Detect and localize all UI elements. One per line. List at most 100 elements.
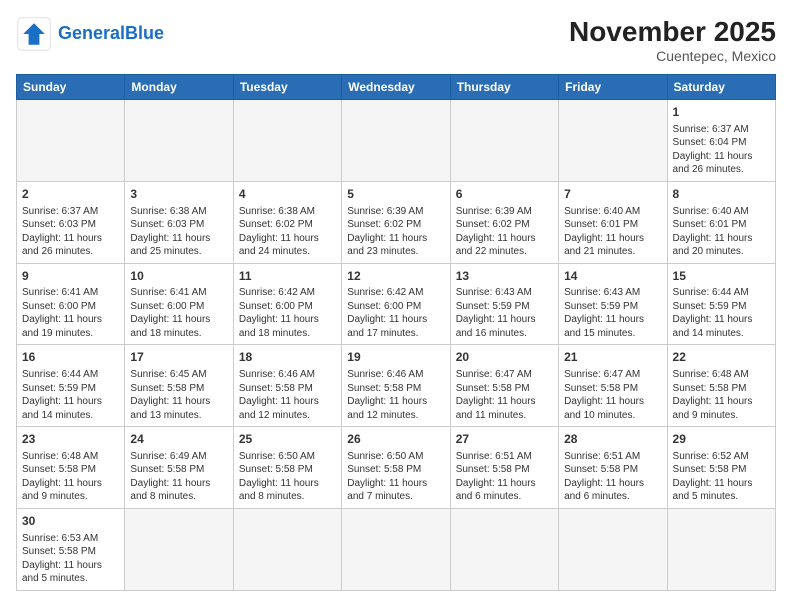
calendar-cell	[450, 508, 558, 590]
logo-icon	[16, 16, 52, 52]
day-info: Sunrise: 6:51 AM Sunset: 5:58 PM Dayligh…	[456, 450, 553, 504]
day-info: Sunrise: 6:43 AM Sunset: 5:59 PM Dayligh…	[564, 286, 661, 340]
day-info: Sunrise: 6:49 AM Sunset: 5:58 PM Dayligh…	[130, 450, 227, 504]
day-info: Sunrise: 6:47 AM Sunset: 5:58 PM Dayligh…	[564, 368, 661, 422]
calendar-cell: 18 Sunrise: 6:46 AM Sunset: 5:58 PM Dayli…	[233, 345, 341, 427]
day-info: Sunrise: 6:39 AM Sunset: 6:02 PM Dayligh…	[347, 205, 444, 259]
day-number: 21	[564, 349, 661, 366]
day-number: 28	[564, 431, 661, 448]
calendar-cell: 3 Sunrise: 6:38 AM Sunset: 6:03 PM Daylig…	[125, 181, 233, 263]
calendar-cell: 15Sunrise: 6:44 AM Sunset: 5:59 PM Dayli…	[667, 263, 775, 345]
day-info: Sunrise: 6:37 AM Sunset: 6:03 PM Dayligh…	[22, 205, 119, 259]
day-number: 1	[673, 104, 770, 121]
day-number: 15	[673, 268, 770, 285]
day-number: 23	[22, 431, 119, 448]
weekday-header-tuesday: Tuesday	[233, 75, 341, 100]
day-info: Sunrise: 6:46 AM Sunset: 5:58 PM Dayligh…	[347, 368, 444, 422]
weekday-header-sunday: Sunday	[17, 75, 125, 100]
logo: GeneralBlue	[16, 16, 164, 52]
day-number: 30	[22, 513, 119, 530]
day-info: Sunrise: 6:53 AM Sunset: 5:58 PM Dayligh…	[22, 532, 119, 586]
calendar-cell: 1 Sunrise: 6:37 AM Sunset: 6:04 PM Daylig…	[667, 100, 775, 182]
calendar-cell: 11Sunrise: 6:42 AM Sunset: 6:00 PM Dayli…	[233, 263, 341, 345]
calendar-cell: 17 Sunrise: 6:45 AM Sunset: 5:58 PM Dayli…	[125, 345, 233, 427]
day-number: 25	[239, 431, 336, 448]
day-info: Sunrise: 6:43 AM Sunset: 5:59 PM Dayligh…	[456, 286, 553, 340]
calendar-cell	[125, 100, 233, 182]
day-number: 9	[22, 268, 119, 285]
day-info: Sunrise: 6:44 AM Sunset: 5:59 PM Dayligh…	[673, 286, 770, 340]
day-number: 2	[22, 186, 119, 203]
calendar-cell: 12Sunrise: 6:42 AM Sunset: 6:00 PM Dayli…	[342, 263, 450, 345]
day-number: 12	[347, 268, 444, 285]
location: Cuentepec, Mexico	[569, 48, 776, 64]
day-number: 22	[673, 349, 770, 366]
calendar-week-row: 30 Sunrise: 6:53 AM Sunset: 5:58 PM Dayli…	[17, 508, 776, 590]
calendar-week-row: 9Sunrise: 6:41 AM Sunset: 6:00 PM Daylig…	[17, 263, 776, 345]
day-number: 18	[239, 349, 336, 366]
calendar-cell: 5Sunrise: 6:39 AM Sunset: 6:02 PM Daylig…	[342, 181, 450, 263]
day-number: 10	[130, 268, 227, 285]
calendar-cell	[233, 100, 341, 182]
day-info: Sunrise: 6:42 AM Sunset: 6:00 PM Dayligh…	[239, 286, 336, 340]
day-info: Sunrise: 6:50 AM Sunset: 5:58 PM Dayligh…	[347, 450, 444, 504]
logo-text: GeneralBlue	[58, 24, 164, 44]
calendar-cell	[342, 100, 450, 182]
calendar-week-row: 1 Sunrise: 6:37 AM Sunset: 6:04 PM Daylig…	[17, 100, 776, 182]
calendar-cell: 10Sunrise: 6:41 AM Sunset: 6:00 PM Dayli…	[125, 263, 233, 345]
day-info: Sunrise: 6:50 AM Sunset: 5:58 PM Dayligh…	[239, 450, 336, 504]
day-info: Sunrise: 6:48 AM Sunset: 5:58 PM Dayligh…	[673, 368, 770, 422]
calendar-cell: 7Sunrise: 6:40 AM Sunset: 6:01 PM Daylig…	[559, 181, 667, 263]
calendar-cell: 27 Sunrise: 6:51 AM Sunset: 5:58 PM Dayli…	[450, 427, 558, 509]
calendar-cell	[233, 508, 341, 590]
day-info: Sunrise: 6:39 AM Sunset: 6:02 PM Dayligh…	[456, 205, 553, 259]
calendar-cell: 9Sunrise: 6:41 AM Sunset: 6:00 PM Daylig…	[17, 263, 125, 345]
day-number: 13	[456, 268, 553, 285]
day-info: Sunrise: 6:41 AM Sunset: 6:00 PM Dayligh…	[22, 286, 119, 340]
day-number: 20	[456, 349, 553, 366]
calendar-cell: 14Sunrise: 6:43 AM Sunset: 5:59 PM Dayli…	[559, 263, 667, 345]
calendar-cell: 16Sunrise: 6:44 AM Sunset: 5:59 PM Dayli…	[17, 345, 125, 427]
day-number: 4	[239, 186, 336, 203]
day-info: Sunrise: 6:46 AM Sunset: 5:58 PM Dayligh…	[239, 368, 336, 422]
day-number: 27	[456, 431, 553, 448]
calendar-cell: 25 Sunrise: 6:50 AM Sunset: 5:58 PM Dayli…	[233, 427, 341, 509]
day-info: Sunrise: 6:45 AM Sunset: 5:58 PM Dayligh…	[130, 368, 227, 422]
day-number: 26	[347, 431, 444, 448]
weekday-header-row: SundayMondayTuesdayWednesdayThursdayFrid…	[17, 75, 776, 100]
calendar-cell: 13Sunrise: 6:43 AM Sunset: 5:59 PM Dayli…	[450, 263, 558, 345]
calendar-cell: 8Sunrise: 6:40 AM Sunset: 6:01 PM Daylig…	[667, 181, 775, 263]
calendar-week-row: 2 Sunrise: 6:37 AM Sunset: 6:03 PM Daylig…	[17, 181, 776, 263]
day-info: Sunrise: 6:51 AM Sunset: 5:58 PM Dayligh…	[564, 450, 661, 504]
calendar-cell	[559, 508, 667, 590]
weekday-header-saturday: Saturday	[667, 75, 775, 100]
calendar-cell: 24 Sunrise: 6:49 AM Sunset: 5:58 PM Dayli…	[125, 427, 233, 509]
day-info: Sunrise: 6:38 AM Sunset: 6:02 PM Dayligh…	[239, 205, 336, 259]
calendar-cell	[667, 508, 775, 590]
calendar-cell	[125, 508, 233, 590]
day-info: Sunrise: 6:37 AM Sunset: 6:04 PM Dayligh…	[673, 123, 770, 177]
calendar-cell: 22 Sunrise: 6:48 AM Sunset: 5:58 PM Dayli…	[667, 345, 775, 427]
day-info: Sunrise: 6:38 AM Sunset: 6:03 PM Dayligh…	[130, 205, 227, 259]
day-number: 16	[22, 349, 119, 366]
day-number: 24	[130, 431, 227, 448]
day-info: Sunrise: 6:40 AM Sunset: 6:01 PM Dayligh…	[673, 205, 770, 259]
day-number: 19	[347, 349, 444, 366]
calendar-cell	[17, 100, 125, 182]
calendar-cell: 2 Sunrise: 6:37 AM Sunset: 6:03 PM Daylig…	[17, 181, 125, 263]
calendar-week-row: 16Sunrise: 6:44 AM Sunset: 5:59 PM Dayli…	[17, 345, 776, 427]
calendar-cell: 20Sunrise: 6:47 AM Sunset: 5:58 PM Dayli…	[450, 345, 558, 427]
day-info: Sunrise: 6:48 AM Sunset: 5:58 PM Dayligh…	[22, 450, 119, 504]
day-number: 3	[130, 186, 227, 203]
calendar-cell: 6Sunrise: 6:39 AM Sunset: 6:02 PM Daylig…	[450, 181, 558, 263]
day-number: 17	[130, 349, 227, 366]
day-info: Sunrise: 6:42 AM Sunset: 6:00 PM Dayligh…	[347, 286, 444, 340]
calendar-cell: 23 Sunrise: 6:48 AM Sunset: 5:58 PM Dayli…	[17, 427, 125, 509]
calendar-table: SundayMondayTuesdayWednesdayThursdayFrid…	[16, 74, 776, 591]
calendar-cell: 21 Sunrise: 6:47 AM Sunset: 5:58 PM Dayli…	[559, 345, 667, 427]
calendar-cell: 26 Sunrise: 6:50 AM Sunset: 5:58 PM Dayli…	[342, 427, 450, 509]
month-year: November 2025	[569, 16, 776, 48]
day-number: 11	[239, 268, 336, 285]
page-header: GeneralBlue November 2025 Cuentepec, Mex…	[16, 16, 776, 64]
day-info: Sunrise: 6:52 AM Sunset: 5:58 PM Dayligh…	[673, 450, 770, 504]
